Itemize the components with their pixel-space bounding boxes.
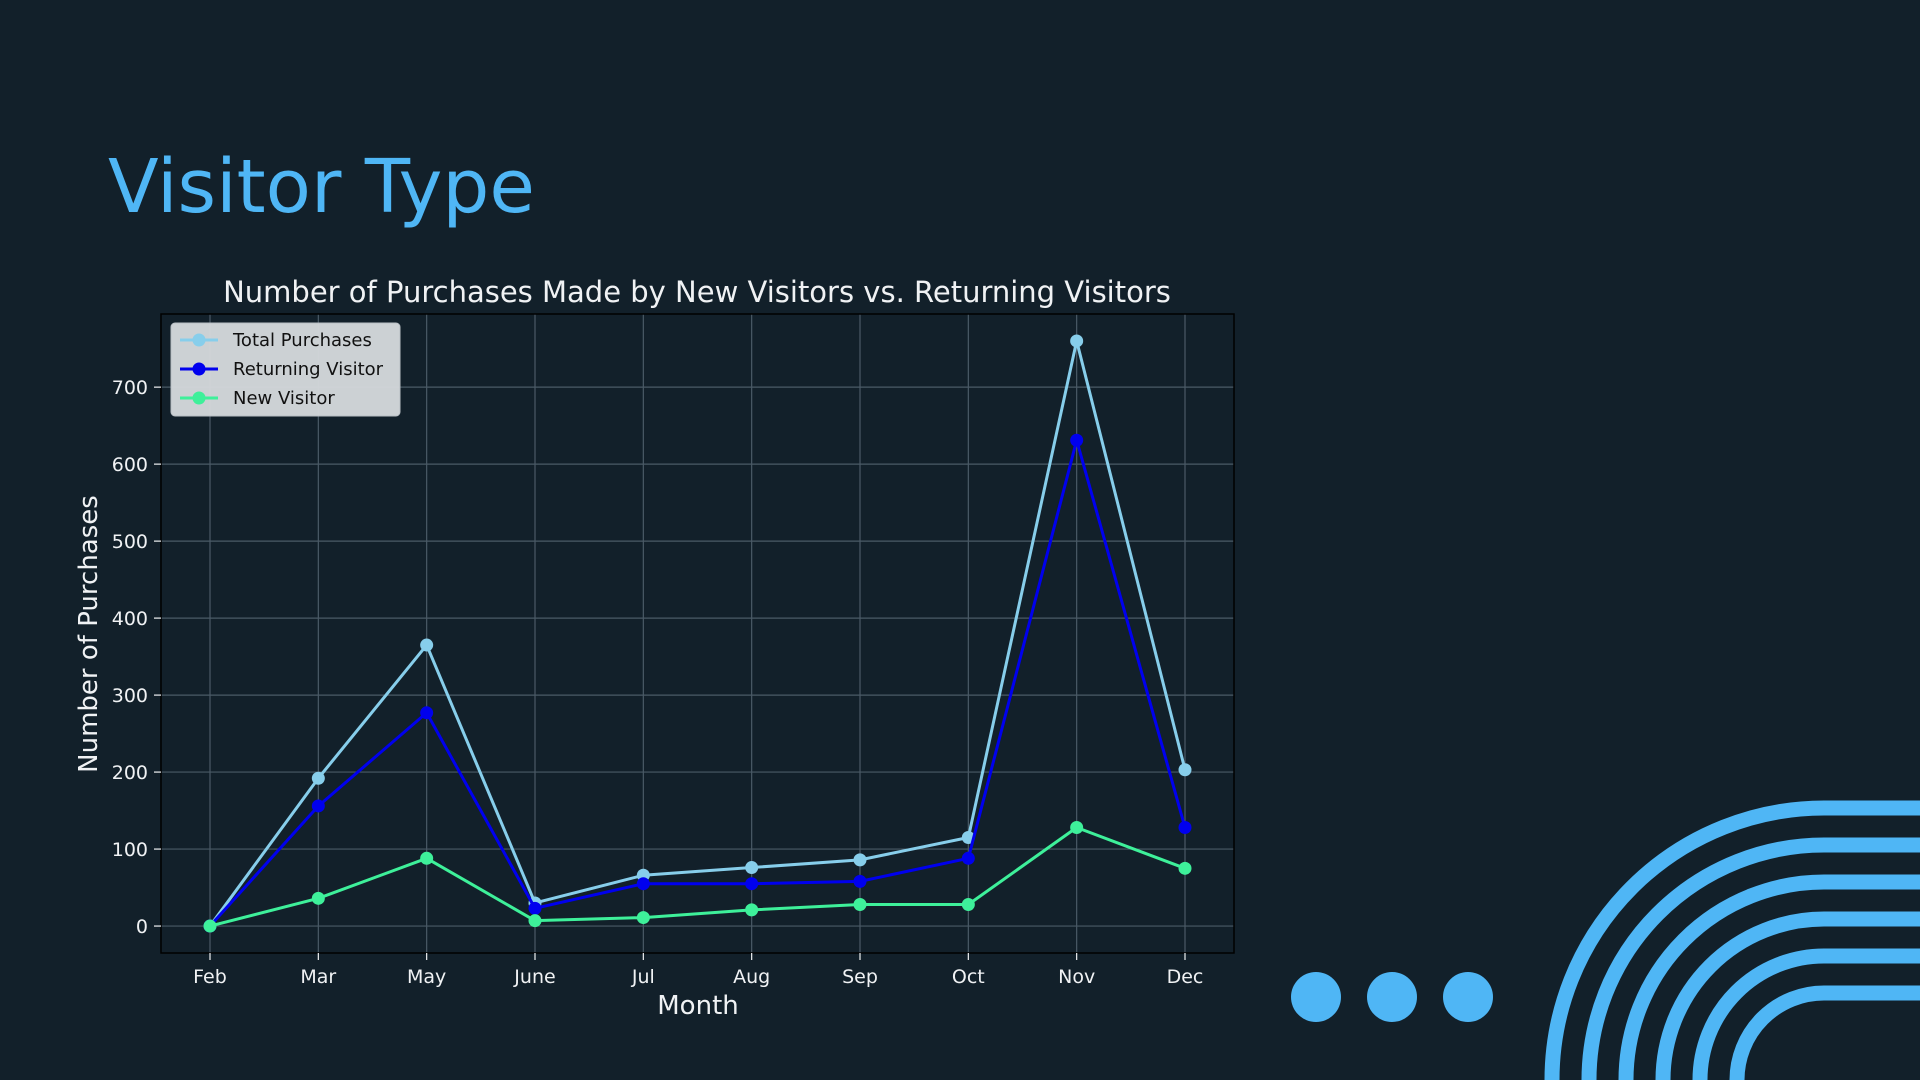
decorative-arc <box>1729 985 1920 1080</box>
decorative-arcs <box>1544 800 1920 1080</box>
